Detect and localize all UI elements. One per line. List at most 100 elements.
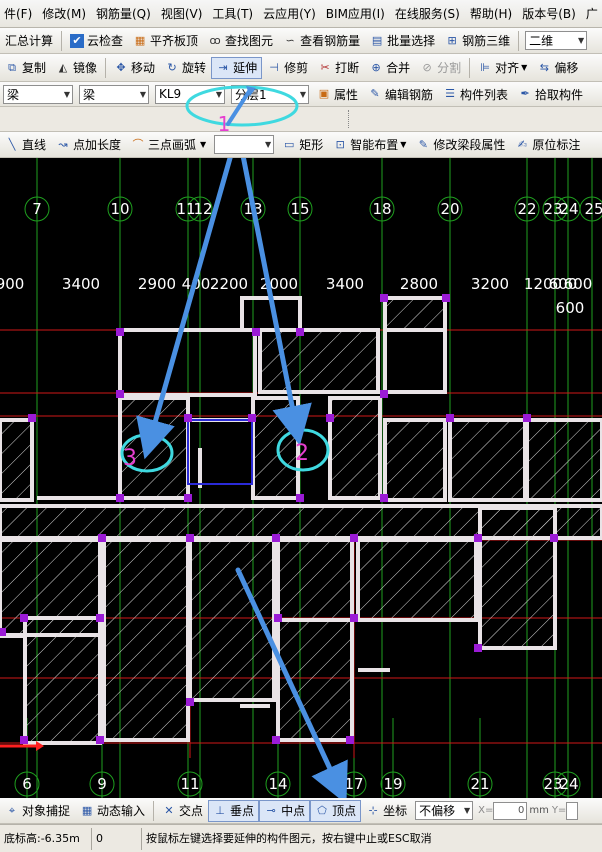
drawing-canvas[interactable]: 7 10 11 12 13 15 18 20 22 23 24 25 6 9 1… <box>0 158 602 798</box>
menu-bar: 件(F) 修改(M) 钢筋量(Q) 视图(V) 工具(T) 云应用(Y) BIM… <box>0 0 602 28</box>
move-icon: ✥ <box>116 60 126 74</box>
separator <box>518 30 520 51</box>
dimension-label: 900 <box>0 275 24 293</box>
x-input[interactable]: 0 <box>493 801 528 820</box>
dimension-label: 2900 <box>138 275 176 293</box>
coordinate-button[interactable]: ⊹ 坐标 <box>361 800 412 822</box>
view-mode-select[interactable]: 二维 ▼ <box>525 31 588 50</box>
menu-view[interactable]: 视图(V) <box>157 0 209 27</box>
axis-label: 20 <box>440 200 459 218</box>
menu-bim[interactable]: BIM应用(I) <box>322 0 391 27</box>
split-icon: ⊘ <box>422 60 432 74</box>
annotation-2: 2 <box>295 441 309 466</box>
batch-select-button[interactable]: ▤ 批量选择 <box>365 30 440 52</box>
mirror-button[interactable]: ◭ 镜像 <box>51 57 102 79</box>
mirror-icon: ◭ <box>58 60 68 74</box>
vertex-icon: ⬠ <box>317 803 327 817</box>
annotation-3: 3 <box>123 446 137 471</box>
menu-tools[interactable]: 工具(T) <box>208 0 259 27</box>
axis-label: 19 <box>383 775 402 793</box>
axis-label: 24 <box>559 200 578 218</box>
annotation-1: 1 <box>218 112 231 136</box>
offset-mode-select[interactable]: 不偏移 ▼ <box>415 801 474 820</box>
rotate-icon: ↻ <box>167 60 177 74</box>
object-snap-button[interactable]: ⌖ 对象捕捉 <box>0 800 75 822</box>
merge-icon: ⊕ <box>371 60 381 74</box>
dynamic-input-icon: ▦ <box>81 803 93 817</box>
y-label: Y= <box>551 805 567 816</box>
copy-icon: ⧉ <box>8 60 16 74</box>
intersection-icon: ✕ <box>164 803 174 817</box>
dimension-label: 3400 <box>326 275 364 293</box>
offset-icon: ⇆ <box>539 60 549 74</box>
menu-version[interactable]: 版本号(B) <box>518 0 582 27</box>
axis-label: 14 <box>268 775 287 793</box>
axis-label: 18 <box>372 200 391 218</box>
rebar-3d-button[interactable]: ⊞ 钢筋三维 <box>440 30 515 52</box>
annotation-arrow-1 <box>226 88 252 126</box>
floor-plan-drawing: 7 10 11 12 13 15 18 20 22 23 24 25 6 9 1… <box>0 158 602 798</box>
intersection-snap-button[interactable]: ✕ 交点 <box>157 800 208 822</box>
trim-icon: ⊣ <box>269 60 279 74</box>
break-icon: ✂ <box>320 60 330 74</box>
dimension-label: 3400 <box>62 275 100 293</box>
axis-label: 9 <box>97 775 107 793</box>
menu-cloud[interactable]: 云应用(Y) <box>259 0 322 27</box>
slab-icon: ▦ <box>134 33 146 47</box>
separator <box>469 57 471 78</box>
top-axis-labels: 7 10 11 12 13 15 18 20 22 23 24 25 <box>32 200 602 218</box>
find-element-button[interactable]: ꝏ 查找图元 <box>203 30 278 52</box>
floor-elevation: 底标高:-6.35m <box>0 827 92 850</box>
chevron-down-icon: ▼ <box>521 63 528 72</box>
chevron-down-icon: ▼ <box>577 36 585 45</box>
menu-file[interactable]: 件(F) <box>0 0 38 27</box>
move-button[interactable]: ✥ 移动 <box>109 57 160 79</box>
axis-label: 22 <box>517 200 536 218</box>
extend-icon: ⇥ <box>218 60 228 74</box>
axis-label: 12 <box>193 200 212 218</box>
summary-calc-button[interactable]: 汇总计算 <box>0 30 58 52</box>
snap-toolbar: ⌖ 对象捕捉 ▦ 动态输入 ✕ 交点 ⊥ 垂点 ⊸ 中点 ⬠ 顶点 ⊹ 坐标 不偏移 ▼ X= … <box>0 798 602 824</box>
separator <box>153 800 155 821</box>
break-button[interactable]: ✂ 打断 <box>313 57 364 79</box>
edit-toolbar: ⧉ 复制 ◭ 镜像 ✥ 移动 ↻ 旋转 ⇥ 延伸 ⊣ 修剪 ✂ 打断 ⊕ 合并 ⊘ 分割 ⊫ 对齐 ▼… <box>0 54 602 82</box>
midpoint-snap-button[interactable]: ⊸ 中点 <box>259 799 311 822</box>
x-label: X= <box>478 805 494 816</box>
dynamic-input-button[interactable]: ▦ 动态输入 <box>75 800 150 822</box>
dimension-label: 2200 <box>210 275 248 293</box>
menu-online-service[interactable]: 在线服务(S) <box>391 0 466 27</box>
rotate-button[interactable]: ↻ 旋转 <box>160 57 211 79</box>
align-icon: ⊫ <box>480 60 490 74</box>
menu-more[interactable]: 广 <box>582 0 602 27</box>
binoculars-icon: ꝏ <box>209 33 221 47</box>
status-bar: 底标高:-6.35m 0 按鼠标左键选择要延伸的构件图元，按右键中止或ESC取消 <box>0 824 602 852</box>
menu-help[interactable]: 帮助(H) <box>466 0 518 27</box>
merge-button[interactable]: ⊕ 合并 <box>364 57 415 79</box>
axis-label: 25 <box>584 200 602 218</box>
x-unit: mm <box>529 805 549 816</box>
menu-modify[interactable]: 修改(M) <box>38 0 92 27</box>
dimension-label: 600 <box>564 275 593 293</box>
vertex-snap-button[interactable]: ⬠ 顶点 <box>310 799 362 822</box>
axis-label: 11 <box>180 775 199 793</box>
dimension-label: 600 <box>556 299 585 317</box>
cloud-check-button[interactable]: ✔ 云检查 <box>65 30 128 52</box>
align-button[interactable]: ⊫ 对齐 ▼ <box>473 57 532 79</box>
view-rebar-button[interactable]: ∽ 查看钢筋量 <box>278 30 365 52</box>
menu-rebar-quantity[interactable]: 钢筋量(Q) <box>92 0 157 27</box>
axis-label: 15 <box>290 200 309 218</box>
y-input[interactable] <box>566 801 579 820</box>
separator <box>61 30 63 51</box>
extend-button[interactable]: ⇥ 延伸 <box>211 56 263 79</box>
axis-label: 10 <box>110 200 129 218</box>
perpendicular-snap-button[interactable]: ⊥ 垂点 <box>208 799 260 822</box>
align-slab-top-button[interactable]: ▦ 平齐板顶 <box>128 30 203 52</box>
dimension-label: 3200 <box>471 275 509 293</box>
split-button[interactable]: ⊘ 分割 <box>415 57 466 79</box>
offset-button[interactable]: ⇆ 偏移 <box>532 57 583 79</box>
perpendicular-icon: ⊥ <box>215 803 225 817</box>
axis-label: 7 <box>32 200 42 218</box>
copy-button[interactable]: ⧉ 复制 <box>0 57 51 79</box>
midpoint-icon: ⊸ <box>266 803 276 817</box>
trim-button[interactable]: ⊣ 修剪 <box>262 57 313 79</box>
